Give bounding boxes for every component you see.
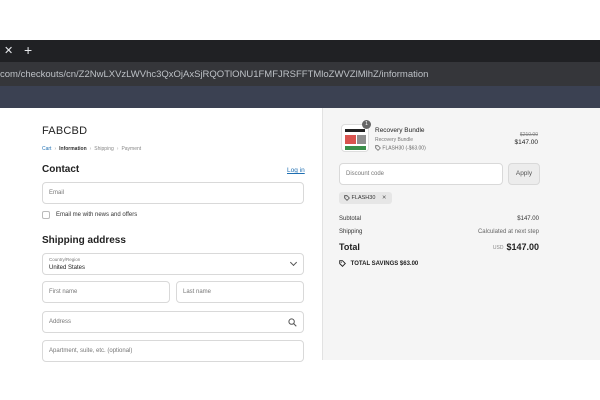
order-summary-column: 1 Recovery Bundle Recovery Bundle FLASH3… <box>322 108 600 360</box>
shipping-row: Shipping Calculated at next step <box>339 229 539 235</box>
contact-heading: Contact <box>42 164 80 175</box>
original-price: $210.00 <box>519 132 538 138</box>
breadcrumb-separator: › <box>54 146 57 152</box>
product-name: Recovery Bundle <box>375 127 425 134</box>
applied-discount-chip: FLASH30 ✕ <box>339 192 392 204</box>
browser-tab-bar: ✕ + <box>0 40 600 62</box>
last-name-placeholder: Last name <box>183 289 212 295</box>
applied-code-text: FLASH30 <box>351 195 376 201</box>
close-tab-icon[interactable]: ✕ <box>4 44 13 57</box>
apartment-placeholder: Apartment, suite, etc. (optional) <box>49 348 133 354</box>
browser-toolbar-strip <box>0 86 600 108</box>
breadcrumb-information: Information <box>59 146 87 152</box>
apply-button[interactable]: Apply <box>508 163 540 185</box>
search-icon <box>288 318 297 327</box>
chevron-down-icon <box>289 258 298 267</box>
country-select[interactable]: Country/Region United States <box>42 253 304 275</box>
discount-placeholder: Discount code <box>346 171 385 177</box>
last-name-field[interactable]: Last name <box>176 281 304 303</box>
subtotal-value: $147.00 <box>517 216 539 222</box>
thumbnail-shape <box>345 135 356 144</box>
product-discount-text: FLASH30 (-$63.00) <box>382 145 426 152</box>
apartment-field[interactable]: Apartment, suite, etc. (optional) <box>42 340 304 362</box>
product-variant: Recovery Bundle <box>375 137 414 143</box>
checkout-form-column: FABCBD Cart › Information › Shipping › Payment… <box>0 108 322 400</box>
product-price: $147.00 <box>514 139 539 146</box>
address-field[interactable]: Address <box>42 311 304 333</box>
product-discount: FLASH30 (-$63.00) <box>375 145 426 151</box>
breadcrumb-separator: › <box>89 146 92 152</box>
quantity-badge: 1 <box>362 120 371 129</box>
tag-icon <box>375 145 381 151</box>
total-value: $147.00 <box>506 242 539 252</box>
address-bar[interactable]: com/checkouts/cn/Z2NwLXVzLWVhc3QxOjAxSjR… <box>0 62 600 86</box>
first-name-field[interactable]: First name <box>42 281 170 303</box>
breadcrumb-shipping: Shipping <box>94 146 114 152</box>
thumbnail-shape <box>357 135 366 144</box>
total-amount: USD $147.00 <box>493 242 539 252</box>
shipping-label: Shipping <box>339 229 363 235</box>
country-value: United States <box>49 265 86 271</box>
breadcrumb-cart[interactable]: Cart <box>42 146 51 152</box>
total-row: Total USD $147.00 <box>339 242 539 252</box>
total-savings: TOTAL SAVINGS $63.00 <box>339 260 418 267</box>
tag-icon <box>339 260 346 267</box>
breadcrumb-separator: › <box>116 146 119 152</box>
savings-label: TOTAL SAVINGS <box>350 261 399 268</box>
breadcrumb-payment: Payment <box>121 146 142 152</box>
total-label: Total <box>339 242 360 252</box>
screenshot-frame: ✕ + com/checkouts/cn/Z2NwLXVzLWVhc3QxOjA… <box>0 0 600 400</box>
discount-code-input[interactable]: Discount code <box>339 163 503 185</box>
first-name-placeholder: First name <box>49 289 78 295</box>
email-placeholder: Email <box>49 190 65 196</box>
newsletter-label[interactable]: Email me with news and offers <box>56 212 137 218</box>
shipping-address-heading: Shipping address <box>42 235 126 246</box>
subtotal-label: Subtotal <box>339 216 362 222</box>
thumbnail-shape <box>345 146 366 150</box>
url-text[interactable]: com/checkouts/cn/Z2NwLXVzLWVhc3QxOjAxSjR… <box>0 69 428 80</box>
country-label: Country/Region <box>49 257 81 262</box>
subtotal-row: Subtotal $147.00 <box>339 216 539 222</box>
shipping-value: Calculated at next step <box>477 229 539 235</box>
store-name[interactable]: FABCBD <box>42 125 87 137</box>
newsletter-checkbox[interactable] <box>42 211 50 219</box>
remove-discount-icon[interactable]: ✕ <box>382 195 387 201</box>
tag-icon <box>344 194 350 201</box>
thumbnail-shape <box>345 129 365 132</box>
email-field[interactable]: Email <box>42 182 304 204</box>
currency-code: USD <box>492 244 504 251</box>
login-link[interactable]: Log in <box>287 167 305 174</box>
address-placeholder: Address <box>49 319 72 325</box>
breadcrumb: Cart › Information › Shipping › Payment <box>42 146 141 152</box>
savings-value: $63.00 <box>399 261 419 268</box>
new-tab-icon[interactable]: + <box>24 42 32 58</box>
